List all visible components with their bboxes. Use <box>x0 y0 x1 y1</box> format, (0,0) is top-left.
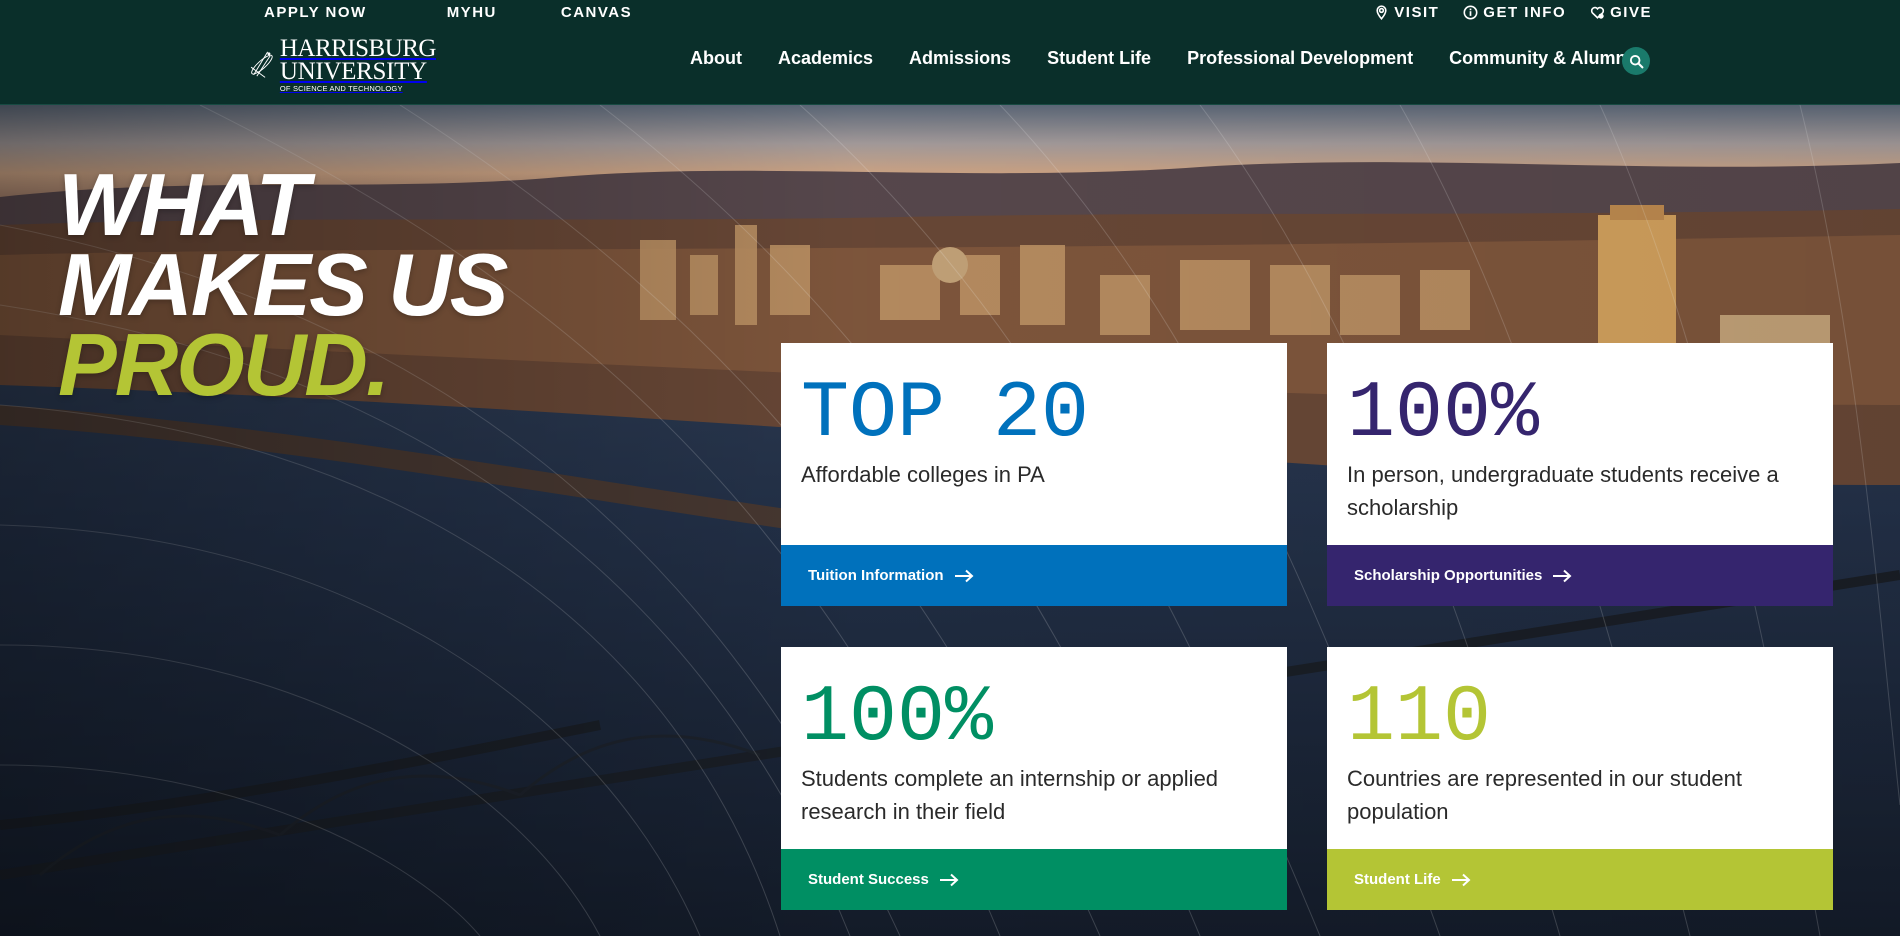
nav-community-alumni[interactable]: Community & Alumni <box>1449 48 1631 69</box>
stat-card-scholarship: 100% In person, undergraduate students r… <box>1327 343 1833 606</box>
logo-line-3: OF SCIENCE AND TECHNOLOGY <box>279 83 403 93</box>
stat-value: 110 <box>1347 673 1492 764</box>
student-success-link[interactable]: Student Success <box>781 849 1287 910</box>
nav-professional-development[interactable]: Professional Development <box>1187 48 1413 69</box>
nav-admissions[interactable]: Admissions <box>909 48 1011 69</box>
stat-value: 100% <box>1347 369 1540 460</box>
main-nav: About Academics Admissions Student Life … <box>690 48 1632 69</box>
headline-line-3: PROUD. <box>58 315 390 414</box>
hero-headline: WHAT MAKES US PROUD. <box>58 155 508 414</box>
scholarship-opportunities-link[interactable]: Scholarship Opportunities <box>1327 545 1833 606</box>
nav-academics[interactable]: Academics <box>778 48 873 69</box>
logo-text: HARRISBURG UNIVERSITY OF SCIENCE AND TEC… <box>279 34 437 93</box>
logo-line-1: HARRISBURG <box>279 34 437 62</box>
stat-description: Countries are represented in our student… <box>1347 766 1743 824</box>
give-label: GIVE <box>1610 4 1652 21</box>
search-button[interactable] <box>1622 47 1650 75</box>
arrow-right-icon <box>1451 873 1471 886</box>
apply-now-link[interactable]: APPLY NOW <box>264 4 367 21</box>
get-info-label: GET INFO <box>1483 4 1567 21</box>
headline-line-2: MAKES US <box>58 235 508 334</box>
logo-mark-icon <box>250 51 273 78</box>
visit-label: VISIT <box>1394 4 1440 21</box>
map-pin-icon <box>1376 5 1387 20</box>
stat-description: Affordable colleges in PA <box>801 462 1045 487</box>
info-icon <box>1463 5 1478 20</box>
stat-description: Students complete an internship or appli… <box>801 766 1219 824</box>
canvas-link[interactable]: CANVAS <box>561 4 632 21</box>
give-link[interactable]: GIVE <box>1590 4 1652 21</box>
hero-section: WHAT MAKES US PROUD. TOP 20 Affordable c… <box>0 105 1900 936</box>
myhu-link[interactable]: MYHU <box>447 4 497 21</box>
stat-card-internship: 100% Students complete an internship or … <box>781 647 1287 910</box>
get-info-link[interactable]: GET INFO <box>1463 4 1566 21</box>
tuition-information-link[interactable]: Tuition Information <box>781 545 1287 606</box>
heart-hand-icon <box>1591 6 1605 19</box>
arrow-right-icon <box>1553 569 1572 582</box>
card-link-label: Scholarship Opportunities <box>1354 567 1543 584</box>
site-header: APPLY NOW MYHU CANVAS VISIT GET INFO GIV… <box>0 0 1900 105</box>
student-life-link[interactable]: Student Life <box>1327 849 1833 910</box>
nav-student-life[interactable]: Student Life <box>1047 48 1151 69</box>
headline-line-1: WHAT <box>58 155 309 254</box>
stat-card-affordable: TOP 20 Affordable colleges in PA Tuition… <box>781 343 1287 606</box>
stat-card-countries: 110 Countries are represented in our stu… <box>1327 647 1833 910</box>
university-logo[interactable]: HARRISBURG UNIVERSITY OF SCIENCE AND TEC… <box>246 34 437 94</box>
arrow-right-icon <box>939 873 959 886</box>
stat-description: In person, undergraduate students receiv… <box>1347 462 1779 520</box>
card-link-label: Student Success <box>808 871 929 888</box>
utility-nav-left: APPLY NOW MYHU CANVAS <box>264 4 632 21</box>
utility-nav-right: VISIT GET INFO GIVE <box>1374 4 1652 21</box>
visit-link[interactable]: VISIT <box>1374 4 1439 21</box>
stat-value: TOP 20 <box>801 369 1090 460</box>
arrow-right-icon <box>954 569 974 582</box>
search-icon <box>1629 54 1643 68</box>
card-link-label: Tuition Information <box>808 567 944 584</box>
card-link-label: Student Life <box>1354 871 1441 888</box>
nav-about[interactable]: About <box>690 48 742 69</box>
logo-line-2: UNIVERSITY <box>279 57 427 85</box>
stat-value: 100% <box>801 673 994 764</box>
